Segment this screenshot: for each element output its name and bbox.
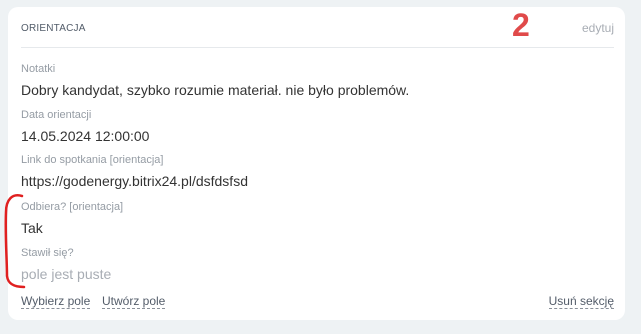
create-field-link[interactable]: Utwórz pole [102, 294, 166, 309]
annotation-bracket [4, 194, 26, 289]
field-label-notes: Notatki [21, 63, 56, 75]
field-notes[interactable]: Notatki Dobry kandydat, szybko rozumie m… [21, 62, 409, 99]
delete-section-link[interactable]: Usuń sekcję [548, 294, 614, 309]
field-meeting-link[interactable]: Link do spotkania [orientacja] https://g… [21, 153, 248, 190]
field-value-notes: Dobry kandydat, szybko rozumie materiał.… [21, 82, 410, 98]
annotation-number: 2 [512, 7, 530, 43]
header-divider [21, 47, 614, 48]
orientation-section-card: ORIENTACJA edytuj Notatki Dobry kandydat… [8, 7, 625, 320]
field-value-orientation-date: 14.05.2024 12:00:00 [21, 128, 150, 144]
field-value-meeting-link[interactable]: https://godenergy.bitrix24.pl/dsfdsfsd [21, 172, 248, 190]
field-label-orientation-date: Data orientacji [21, 109, 92, 121]
edit-section-link[interactable]: edytuj [582, 21, 614, 35]
field-label-meeting-link: Link do spotkania [orientacja] [21, 154, 164, 166]
field-orientation-date[interactable]: Data orientacji 14.05.2024 12:00:00 [21, 108, 149, 145]
